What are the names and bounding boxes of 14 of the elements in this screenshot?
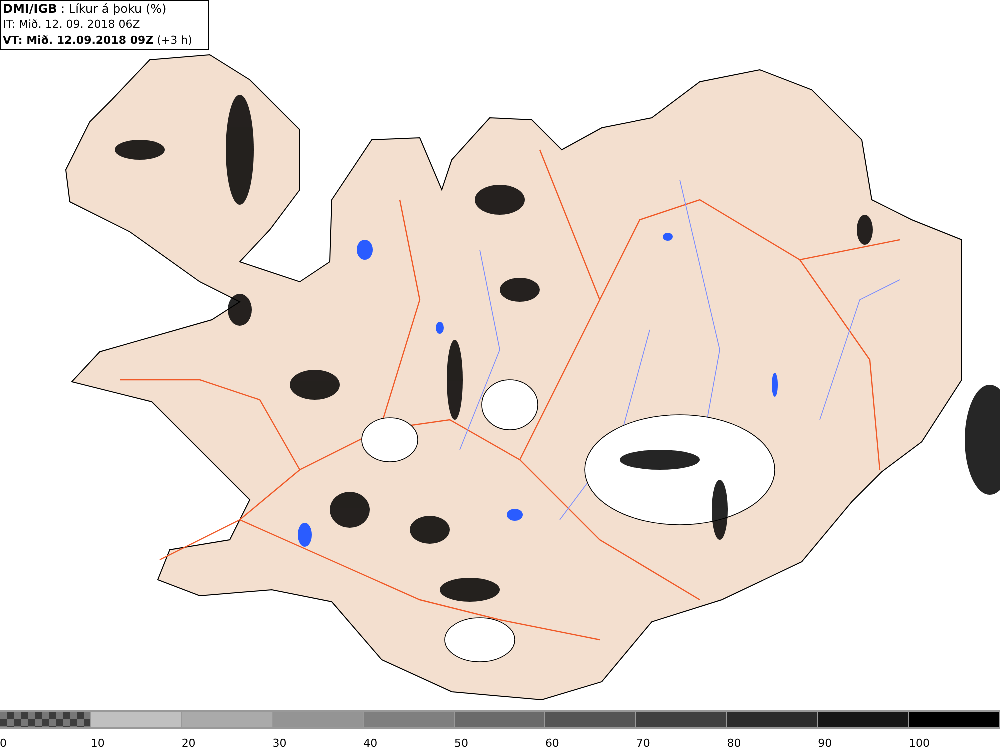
header-line: IT: Mið. 12. 09. 2018 06Z (3, 17, 142, 33)
legend-label: 20 (182, 737, 196, 750)
legend-label: 40 (364, 737, 378, 750)
legend-label: 90 (818, 737, 832, 750)
legend-label: 70 (636, 737, 650, 750)
header-line: DMI/IGB : Líkur á þoku (%) (3, 1, 168, 17)
legend-label: 50 (454, 737, 469, 750)
legend-label: 0 (0, 737, 7, 750)
legend-label: 60 (545, 737, 560, 750)
header-line: VT: Mið. 12.09.2018 09Z (+3 h) (3, 33, 194, 49)
legend-label: 80 (727, 737, 742, 750)
legend-label: 10 (90, 737, 105, 750)
legend-label: 100 (909, 737, 930, 750)
legend-label: 30 (272, 737, 287, 750)
